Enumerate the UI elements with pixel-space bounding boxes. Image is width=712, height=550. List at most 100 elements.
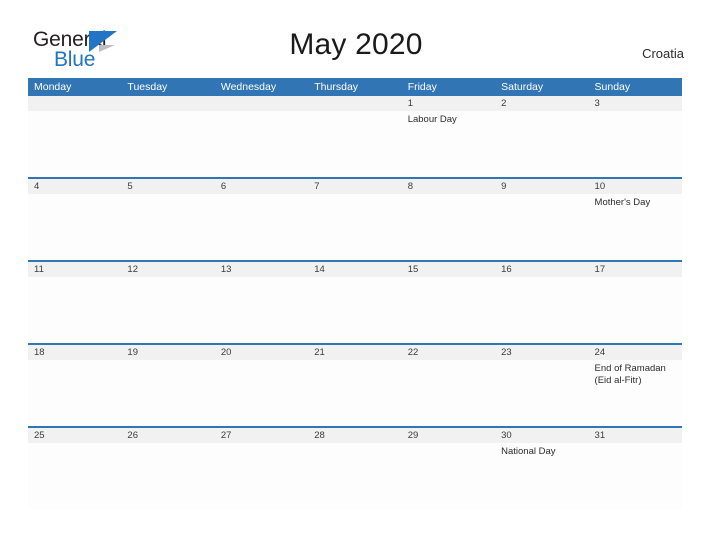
date-number[interactable]: 21 — [308, 345, 401, 360]
date-number[interactable]: 29 — [402, 428, 495, 443]
date-number[interactable]: 31 — [589, 428, 682, 443]
day-cell[interactable] — [589, 443, 682, 509]
date-number[interactable]: 4 — [28, 179, 121, 194]
weekday-header-row: Monday Tuesday Wednesday Thursday Friday… — [28, 78, 682, 96]
day-cell[interactable] — [121, 111, 214, 177]
day-cell[interactable]: Mother's Day — [589, 194, 682, 260]
date-number[interactable]: 10 — [589, 179, 682, 194]
week-dates-strip: 25 26 27 28 29 30 31 — [28, 428, 682, 443]
date-number[interactable]: 25 — [28, 428, 121, 443]
day-cell[interactable] — [589, 111, 682, 177]
event-label: National Day — [501, 446, 556, 457]
day-cell[interactable] — [215, 277, 308, 343]
week-row: 11 12 13 14 15 16 17 — [28, 260, 682, 343]
date-number[interactable]: 13 — [215, 262, 308, 277]
day-cell[interactable] — [308, 443, 401, 509]
weekday-saturday: Saturday — [501, 81, 544, 93]
page-title: May 2020 — [289, 28, 423, 61]
day-cell[interactable] — [402, 360, 495, 426]
date-number[interactable]: 19 — [121, 345, 214, 360]
event-label: Labour Day — [407, 114, 457, 125]
date-number[interactable]: 20 — [215, 345, 308, 360]
day-cell[interactable] — [308, 277, 401, 343]
week-dates-strip: 4 5 6 7 8 9 10 — [28, 179, 682, 194]
date-number[interactable]: 16 — [495, 262, 588, 277]
date-number[interactable] — [28, 96, 121, 111]
day-cell[interactable] — [121, 360, 214, 426]
week-dates-strip: 1 2 3 — [28, 96, 682, 111]
day-cell[interactable] — [28, 111, 121, 177]
day-cell[interactable] — [495, 277, 588, 343]
day-cell[interactable] — [215, 360, 308, 426]
date-number[interactable]: 22 — [402, 345, 495, 360]
date-number[interactable]: 26 — [121, 428, 214, 443]
week-row: 18 19 20 21 22 23 24 End of Ramadan (Eid… — [28, 343, 682, 426]
page-header: General Blue May 2020 Croatia — [0, 0, 712, 78]
week-events-strip: Labour Day — [28, 111, 682, 177]
date-number[interactable]: 3 — [589, 96, 682, 111]
weekday-wednesday: Wednesday — [220, 81, 277, 93]
day-cell[interactable]: National Day — [495, 443, 588, 509]
day-cell[interactable] — [402, 277, 495, 343]
date-number[interactable] — [121, 96, 214, 111]
week-events-strip: End of Ramadan (Eid al-Fitr) — [28, 360, 682, 426]
date-number[interactable]: 6 — [215, 179, 308, 194]
week-dates-strip: 18 19 20 21 22 23 24 — [28, 345, 682, 360]
date-number[interactable]: 12 — [121, 262, 214, 277]
day-cell[interactable] — [215, 194, 308, 260]
day-cell[interactable] — [121, 443, 214, 509]
date-number[interactable]: 9 — [495, 179, 588, 194]
day-cell[interactable] — [495, 111, 588, 177]
weekday-sunday: Sunday — [594, 81, 631, 93]
calendar-page: General Blue May 2020 Croatia Monday Tue… — [0, 0, 712, 550]
day-cell[interactable] — [495, 194, 588, 260]
date-number[interactable]: 27 — [215, 428, 308, 443]
date-number[interactable]: 7 — [308, 179, 401, 194]
event-label: End of Ramadan — [594, 363, 666, 374]
day-cell[interactable] — [28, 360, 121, 426]
date-number[interactable]: 8 — [402, 179, 495, 194]
day-cell[interactable]: Labour Day — [402, 111, 495, 177]
date-number[interactable]: 15 — [402, 262, 495, 277]
date-number[interactable]: 24 — [589, 345, 682, 360]
day-cell[interactable] — [28, 277, 121, 343]
week-events-strip: Mother's Day — [28, 194, 682, 260]
day-cell[interactable] — [215, 443, 308, 509]
week-dates-strip: 11 12 13 14 15 16 17 — [28, 262, 682, 277]
day-cell[interactable] — [28, 194, 121, 260]
day-cell[interactable]: End of Ramadan (Eid al-Fitr) — [589, 360, 682, 426]
day-cell[interactable] — [589, 277, 682, 343]
weekday-thursday: Thursday — [314, 81, 359, 93]
date-number[interactable]: 30 — [495, 428, 588, 443]
day-cell[interactable] — [402, 194, 495, 260]
day-cell[interactable] — [308, 111, 401, 177]
day-cell[interactable] — [308, 360, 401, 426]
date-number[interactable]: 5 — [121, 179, 214, 194]
date-number[interactable]: 11 — [28, 262, 121, 277]
date-number[interactable]: 2 — [495, 96, 588, 111]
day-cell[interactable] — [308, 194, 401, 260]
day-cell[interactable] — [28, 443, 121, 509]
day-cell[interactable] — [402, 443, 495, 509]
date-number[interactable] — [308, 96, 401, 111]
day-cell[interactable] — [121, 277, 214, 343]
date-number[interactable]: 14 — [308, 262, 401, 277]
day-cell[interactable] — [215, 111, 308, 177]
event-label-continued: (Eid al-Fitr) — [594, 375, 642, 386]
day-cell[interactable] — [495, 360, 588, 426]
date-number[interactable]: 28 — [308, 428, 401, 443]
week-events-strip: National Day — [28, 443, 682, 509]
day-cell[interactable] — [121, 194, 214, 260]
date-number[interactable]: 17 — [589, 262, 682, 277]
date-number[interactable]: 1 — [402, 96, 495, 111]
date-number[interactable]: 18 — [28, 345, 121, 360]
week-row: 1 2 3 Labour Day — [28, 96, 682, 177]
calendar-grid: Monday Tuesday Wednesday Thursday Friday… — [28, 78, 682, 509]
event-label: Mother's Day — [594, 197, 651, 208]
date-number[interactable] — [215, 96, 308, 111]
region-label: Croatia — [642, 46, 684, 61]
weekday-monday: Monday — [34, 81, 72, 93]
date-number[interactable]: 23 — [495, 345, 588, 360]
week-events-strip — [28, 277, 682, 343]
weekday-friday: Friday — [407, 81, 437, 93]
